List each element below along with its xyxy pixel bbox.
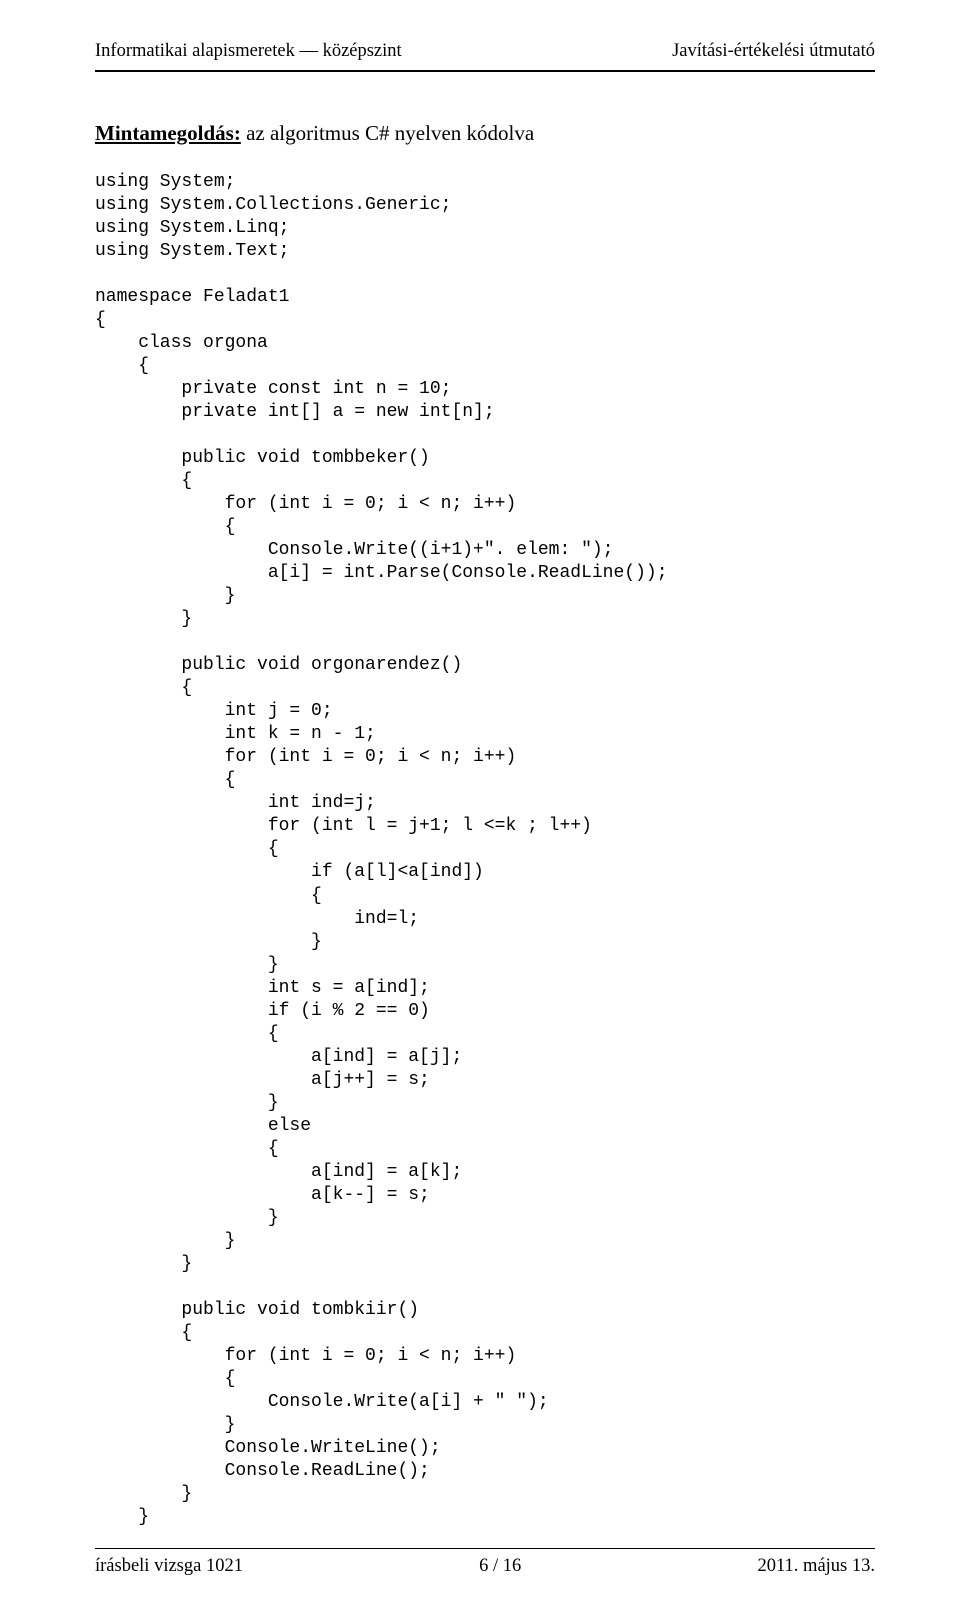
header-right: Javítási-értékelési útmutató [672,40,875,64]
page-header: Informatikai alapismeretek — középszint … [95,40,875,64]
page-footer: írásbeli vizsga 1021 6 / 16 2011. május … [95,1548,875,1579]
section-title: Mintamegoldás: az algoritmus C# nyelven … [95,120,875,147]
footer-center: 6 / 16 [479,1555,521,1579]
footer-right: 2011. május 13. [757,1555,875,1579]
header-rule [95,70,875,72]
header-left: Informatikai alapismeretek — középszint [95,40,402,64]
footer-row: írásbeli vizsga 1021 6 / 16 2011. május … [95,1555,875,1579]
page: Informatikai alapismeretek — középszint … [0,0,960,1609]
footer-rule [95,1548,875,1549]
footer-left: írásbeli vizsga 1021 [95,1555,243,1579]
code-listing: using System; using System.Collections.G… [95,171,875,1530]
section-title-lead: Mintamegoldás: [95,121,241,145]
section-title-rest: az algoritmus C# nyelven kódolva [241,121,534,145]
